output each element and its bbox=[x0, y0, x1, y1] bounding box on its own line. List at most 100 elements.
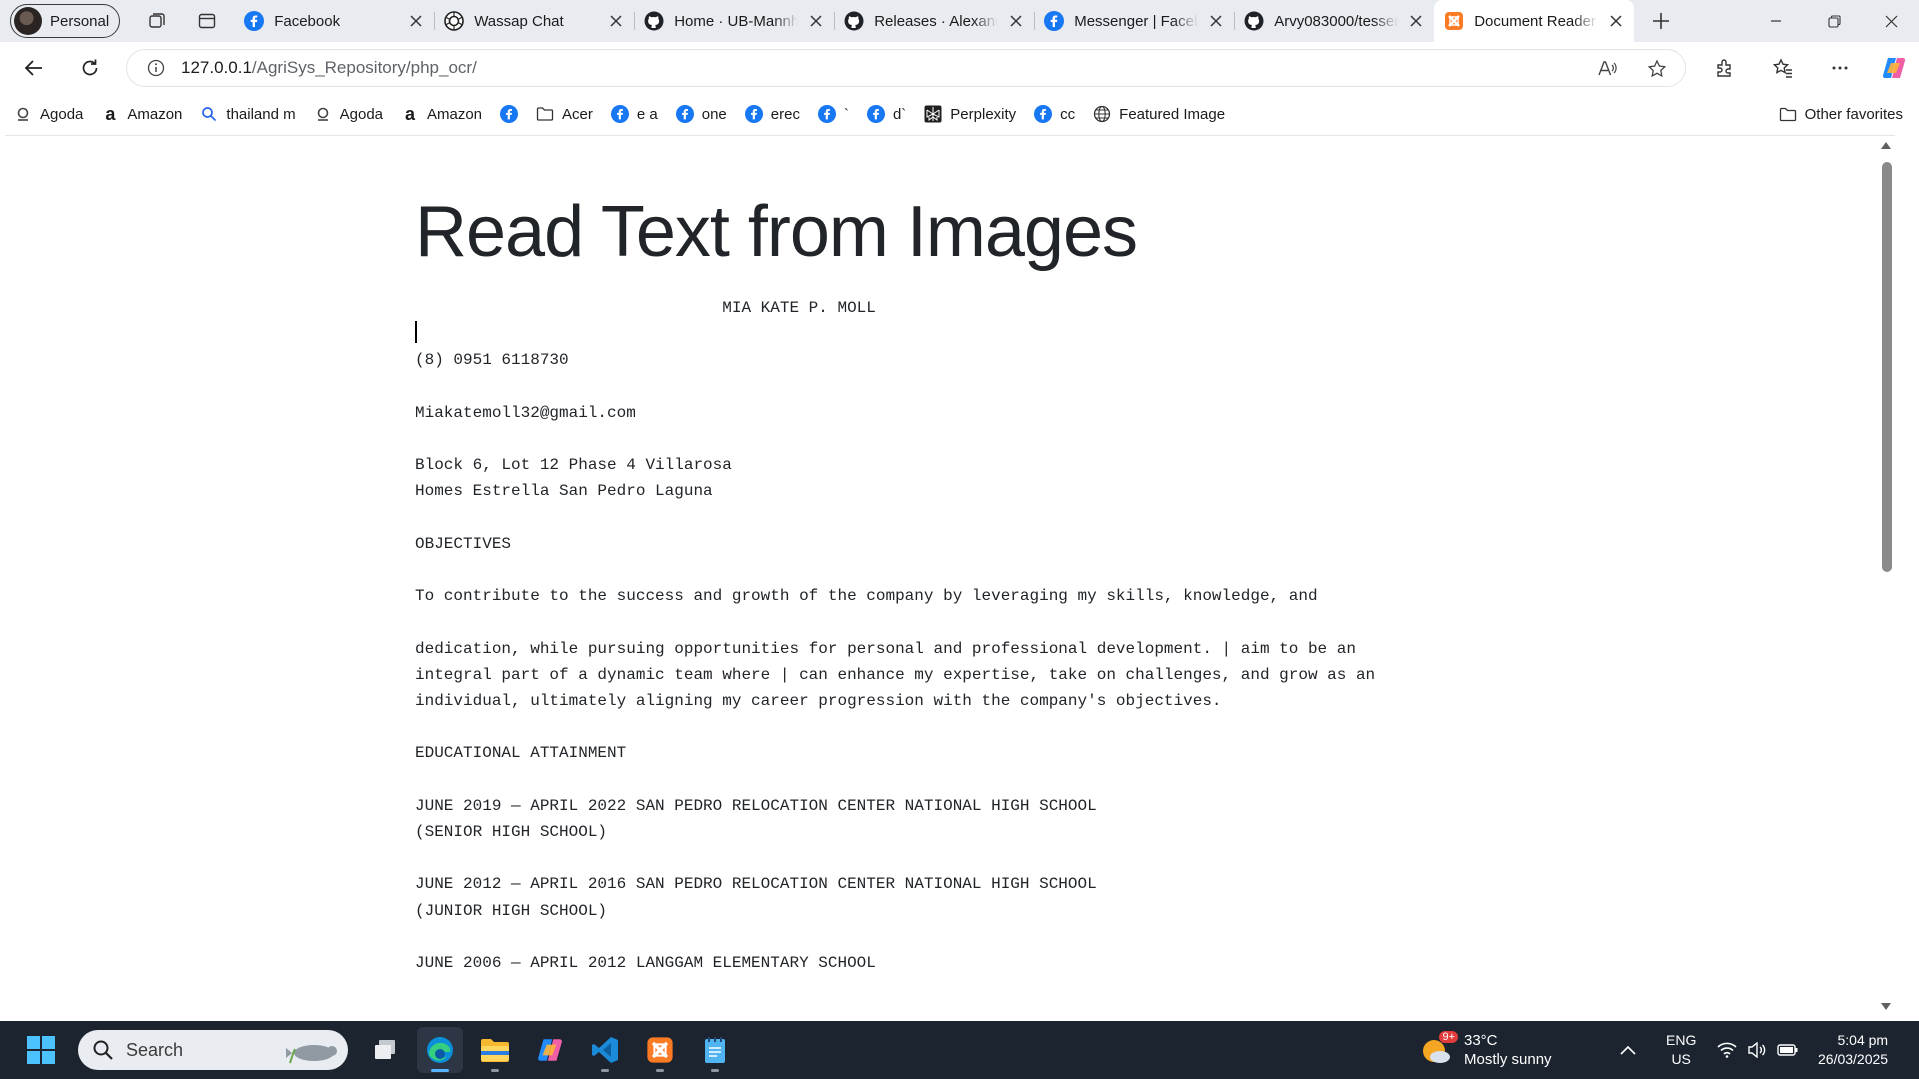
favorite-label: Acer bbox=[562, 105, 593, 123]
url-path: /AgriSys_Repository/php_ocr/ bbox=[251, 58, 477, 77]
favorite-label: Featured Image bbox=[1119, 105, 1226, 123]
tab-tesseract[interactable]: Arvy083000/tesseract bbox=[1234, 0, 1434, 42]
favorite-item[interactable]: cc bbox=[1034, 105, 1075, 123]
tab-facebook[interactable]: Facebook bbox=[234, 0, 434, 42]
tab-releases[interactable]: Releases · Alexander bbox=[834, 0, 1034, 42]
text-caret bbox=[415, 321, 417, 344]
favorite-item[interactable]: Perplexity bbox=[924, 105, 1016, 123]
scroll-up-arrow[interactable] bbox=[1881, 142, 1891, 149]
tab-title: Document Reader bbox=[1474, 12, 1596, 30]
favorite-label: ` bbox=[843, 105, 849, 123]
search-placeholder: Search bbox=[126, 1039, 184, 1060]
document-reader: Read Text from Images MIA KATE P. MOLL (… bbox=[415, 196, 1415, 976]
favorite-label: d` bbox=[892, 105, 907, 123]
copilot-icon[interactable] bbox=[1876, 50, 1912, 86]
address-bar[interactable]: 127.0.0.1/AgriSys_Repository/php_ocr/ bbox=[126, 49, 1686, 87]
agoda-icon bbox=[314, 105, 332, 123]
clock[interactable]: 5:04 pm 26/03/2025 bbox=[1818, 1021, 1888, 1079]
globe-icon bbox=[1093, 105, 1111, 123]
address-toolbar: 127.0.0.1/AgriSys_Repository/php_ocr/ bbox=[0, 42, 1919, 94]
keyboard-layout: US bbox=[1671, 1051, 1691, 1067]
profile-button[interactable]: Personal bbox=[10, 4, 121, 38]
favorite-item[interactable]: d` bbox=[866, 105, 907, 123]
favorites-icon[interactable] bbox=[1765, 50, 1801, 86]
vscode-icon[interactable] bbox=[582, 1027, 628, 1073]
facebook-icon bbox=[866, 105, 885, 123]
task-view-icon[interactable] bbox=[362, 1027, 408, 1073]
facebook-icon bbox=[610, 105, 629, 123]
favorite-label: cc bbox=[1060, 105, 1076, 123]
tab-actions-icon[interactable] bbox=[194, 8, 220, 34]
tab-messenger[interactable]: Messenger | Facebook bbox=[1034, 0, 1234, 42]
restore-button[interactable] bbox=[1806, 0, 1862, 42]
language-indicator[interactable]: ENG US bbox=[1666, 1021, 1696, 1079]
favorite-item[interactable]: e a bbox=[610, 105, 658, 123]
read-aloud-icon[interactable] bbox=[1597, 59, 1617, 79]
other-favorites-label: Other favorites bbox=[1804, 105, 1903, 123]
minimize-button[interactable] bbox=[1748, 0, 1804, 42]
favorite-item[interactable] bbox=[500, 105, 519, 123]
workspaces-icon[interactable] bbox=[144, 8, 170, 34]
refresh-button[interactable] bbox=[72, 50, 108, 86]
favorite-item[interactable]: erec bbox=[744, 105, 800, 123]
favorite-item[interactable]: one bbox=[675, 105, 727, 123]
new-tab-button[interactable] bbox=[1646, 6, 1676, 36]
favorite-item[interactable]: Featured Image bbox=[1093, 105, 1225, 123]
ocr-result-text[interactable]: MIA KATE P. MOLL (8) 0951 6118730 Miakat… bbox=[415, 295, 1415, 976]
extensions-icon[interactable] bbox=[1707, 50, 1743, 86]
other-favorites[interactable]: Other favorites bbox=[1779, 94, 1903, 134]
back-button[interactable] bbox=[16, 50, 52, 86]
tab-wassap-chat[interactable]: Wassap Chat bbox=[434, 0, 634, 42]
tab-document-reader[interactable]: Document Reader bbox=[1434, 0, 1635, 42]
tab-list: Facebook Wassap Chat Home · UB-Mannheim … bbox=[234, 0, 1635, 42]
site-info-icon[interactable] bbox=[147, 59, 165, 77]
github-icon bbox=[1244, 11, 1264, 31]
show-hidden-icons-button[interactable] bbox=[1620, 1021, 1636, 1079]
close-icon[interactable] bbox=[408, 13, 424, 29]
xampp-icon[interactable] bbox=[637, 1027, 683, 1073]
favorite-label: erec bbox=[770, 105, 800, 123]
favorite-item[interactable]: a Amazon bbox=[401, 103, 483, 124]
agoda-icon bbox=[14, 105, 32, 123]
weather-widget[interactable]: 9+ 33°C Mostly sunny bbox=[1420, 1021, 1552, 1079]
openai-icon bbox=[444, 11, 465, 31]
close-window-button[interactable] bbox=[1863, 0, 1919, 42]
close-icon[interactable] bbox=[1008, 13, 1024, 29]
close-icon[interactable] bbox=[1608, 13, 1624, 29]
notepad-icon[interactable] bbox=[692, 1027, 738, 1073]
system-tray-status[interactable] bbox=[1717, 1021, 1799, 1079]
close-icon[interactable] bbox=[1208, 13, 1224, 29]
tab-title: Wassap Chat bbox=[474, 12, 564, 30]
edge-taskbar-icon[interactable] bbox=[417, 1027, 463, 1073]
file-explorer-icon[interactable] bbox=[472, 1027, 518, 1073]
tab-title: Home · UB-Mannheim bbox=[674, 12, 799, 30]
close-icon[interactable] bbox=[608, 13, 624, 29]
favorite-item[interactable]: Agoda bbox=[14, 105, 83, 123]
favorite-star-icon[interactable] bbox=[1647, 59, 1667, 79]
amazon-icon: a bbox=[404, 103, 415, 124]
favorite-label: Amazon bbox=[427, 105, 483, 123]
tab-ub-mannheim[interactable]: Home · UB-Mannheim bbox=[634, 0, 834, 42]
favorite-item[interactable]: ` bbox=[817, 105, 849, 123]
scroll-down-arrow[interactable] bbox=[1881, 1003, 1891, 1010]
scrollbar-thumb[interactable] bbox=[1882, 162, 1892, 572]
favorite-item[interactable]: a Amazon bbox=[101, 104, 182, 124]
more-options-icon[interactable] bbox=[1822, 50, 1858, 86]
close-icon[interactable] bbox=[808, 13, 824, 29]
page-viewport: Read Text from Images MIA KATE P. MOLL (… bbox=[5, 135, 1895, 1015]
close-icon[interactable] bbox=[1408, 13, 1424, 29]
scrollbar[interactable] bbox=[1877, 136, 1895, 1015]
favorite-label: thailand m bbox=[226, 105, 296, 123]
start-button[interactable] bbox=[18, 1027, 64, 1073]
tab-title: Messenger | Facebook bbox=[1074, 12, 1199, 30]
manatee-icon bbox=[284, 1035, 340, 1065]
url-host: 127.0.0.1 bbox=[181, 58, 252, 77]
wifi-icon bbox=[1717, 1042, 1737, 1058]
favorite-folder-acer[interactable]: Acer bbox=[536, 105, 593, 123]
clock-date: 26/03/2025 bbox=[1818, 1051, 1889, 1067]
copilot-taskbar-icon[interactable] bbox=[527, 1027, 573, 1073]
favorite-item[interactable]: thailand m bbox=[200, 105, 296, 123]
tab-title: Arvy083000/tesseract bbox=[1274, 12, 1399, 30]
favorite-item[interactable]: Agoda bbox=[314, 105, 383, 123]
taskbar-search[interactable]: Search bbox=[78, 1030, 348, 1070]
